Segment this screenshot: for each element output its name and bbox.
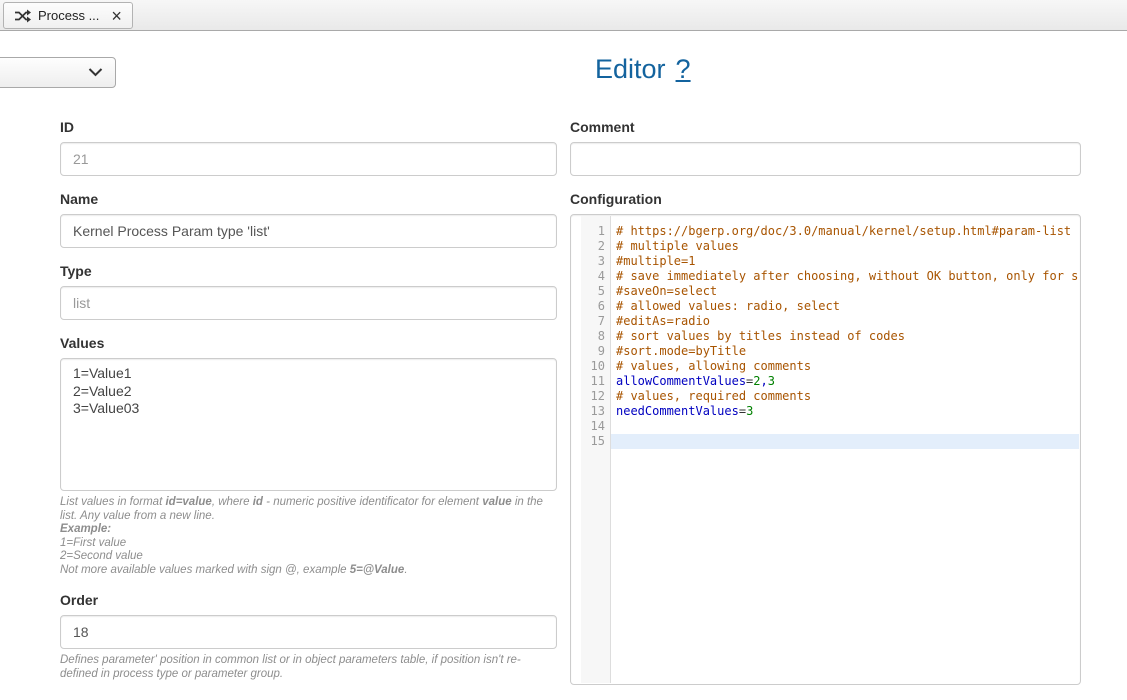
- help-line: 2=Second value: [60, 550, 557, 564]
- help-line: Not more available values marked with si…: [60, 564, 557, 578]
- order-field[interactable]: [60, 615, 557, 649]
- id-label: ID: [60, 119, 557, 136]
- form-left-column: ID Name Type Values 1=Value1 2=Value2 3=…: [60, 119, 557, 697]
- code-line-text: #saveOn=select: [611, 284, 1079, 299]
- code-line-text: #sort.mode=byTitle: [611, 344, 1079, 359]
- line-number: 1: [581, 224, 611, 239]
- line-number: 15: [581, 434, 611, 449]
- values-help-text: List values in format id=value, where id…: [60, 496, 557, 577]
- line-number: 13: [581, 404, 611, 419]
- code-line-text: # values, required comments: [611, 389, 1079, 404]
- line-number: 10: [581, 359, 611, 374]
- code-line[interactable]: 2# multiple values: [581, 239, 1079, 254]
- configuration-label: Configuration: [570, 191, 1081, 208]
- type-label: Type: [60, 263, 557, 280]
- code-line[interactable]: 9#sort.mode=byTitle: [581, 344, 1079, 359]
- code-line[interactable]: 3#multiple=1: [581, 254, 1079, 269]
- code-line[interactable]: 11allowCommentValues=2,3: [581, 374, 1079, 389]
- line-number: 2: [581, 239, 611, 254]
- code-line-text: # allowed values: radio, select: [611, 299, 1079, 314]
- code-line-text: [611, 419, 1079, 434]
- line-number: 12: [581, 389, 611, 404]
- code-line-text: # https://bgerp.org/doc/3.0/manual/kerne…: [611, 224, 1079, 239]
- id-group: ID: [60, 119, 557, 176]
- id-field[interactable]: [60, 142, 557, 176]
- code-line-text: needCommentValues=3: [611, 404, 1079, 419]
- line-number: 8: [581, 329, 611, 344]
- name-group: Name: [60, 191, 557, 248]
- record-select[interactable]: [0, 57, 116, 88]
- code-line-text: #editAs=radio: [611, 314, 1079, 329]
- configuration-group: Configuration 1# https://bgerp.org/doc/3…: [570, 191, 1081, 685]
- close-icon[interactable]: ×: [111, 9, 122, 23]
- values-field[interactable]: 1=Value1 2=Value2 3=Value03: [60, 358, 557, 491]
- page-title-text: Editor: [595, 54, 666, 84]
- order-group: Order Defines parameter' position in com…: [60, 592, 557, 681]
- code-line[interactable]: 12# values, required comments: [581, 389, 1079, 404]
- code-line-text: #multiple=1: [611, 254, 1079, 269]
- code-line-text: allowCommentValues=2,3: [611, 374, 1079, 389]
- editor-page: { "colors": { "accent_blue": "#13639e", …: [0, 0, 1127, 685]
- code-line[interactable]: 5#saveOn=select: [581, 284, 1079, 299]
- code-line[interactable]: 1# https://bgerp.org/doc/3.0/manual/kern…: [581, 224, 1079, 239]
- type-group: Type: [60, 263, 557, 320]
- code-line[interactable]: 14: [581, 419, 1079, 434]
- comment-group: Comment: [570, 119, 1081, 176]
- code-line[interactable]: 4# save immediately after choosing, with…: [581, 269, 1079, 284]
- type-field[interactable]: [60, 286, 557, 320]
- code-line[interactable]: 10# values, allowing comments: [581, 359, 1079, 374]
- comment-field[interactable]: [570, 142, 1081, 176]
- code-line[interactable]: 15: [581, 434, 1079, 449]
- line-number: 6: [581, 299, 611, 314]
- help-line: List values in format id=value, where id…: [60, 496, 557, 523]
- line-number: 9: [581, 344, 611, 359]
- values-group: Values 1=Value1 2=Value2 3=Value03 List …: [60, 335, 557, 577]
- code-line-text: # values, allowing comments: [611, 359, 1079, 374]
- line-number: 3: [581, 254, 611, 269]
- code-line-text: [611, 434, 1079, 449]
- page-title: Editor?: [595, 54, 691, 85]
- order-label: Order: [60, 592, 557, 609]
- line-number: 7: [581, 314, 611, 329]
- name-field[interactable]: [60, 214, 557, 248]
- line-number: 4: [581, 269, 611, 284]
- shuffle-icon: [14, 9, 31, 23]
- line-number: 14: [581, 419, 611, 434]
- code-line[interactable]: 7#editAs=radio: [581, 314, 1079, 329]
- code-line-text: # sort values by titles instead of codes: [611, 329, 1079, 344]
- chevron-down-icon: [88, 65, 103, 80]
- help-link[interactable]: ?: [676, 54, 691, 84]
- code-line[interactable]: 13needCommentValues=3: [581, 404, 1079, 419]
- values-label: Values: [60, 335, 557, 352]
- code-line-text: # save immediately after choosing, witho…: [611, 269, 1079, 284]
- comment-label: Comment: [570, 119, 1081, 136]
- tab-label: Process ...: [38, 8, 99, 23]
- help-line: 1=First value: [60, 537, 557, 551]
- code-line[interactable]: 8# sort values by titles instead of code…: [581, 329, 1079, 344]
- configuration-code-editor[interactable]: 1# https://bgerp.org/doc/3.0/manual/kern…: [570, 214, 1081, 685]
- name-label: Name: [60, 191, 557, 208]
- tab-bar: Process ... ×: [0, 0, 1127, 31]
- help-line: Defines parameter' position in common li…: [60, 654, 557, 681]
- tab-process[interactable]: Process ... ×: [3, 2, 133, 29]
- line-number: 5: [581, 284, 611, 299]
- line-number: 11: [581, 374, 611, 389]
- form-right-column: Comment Configuration 1# https://bgerp.o…: [570, 119, 1081, 700]
- code-line-text: # multiple values: [611, 239, 1079, 254]
- code-line[interactable]: 6# allowed values: radio, select: [581, 299, 1079, 314]
- help-line: Example:: [60, 523, 557, 537]
- order-help-text: Defines parameter' position in common li…: [60, 654, 557, 681]
